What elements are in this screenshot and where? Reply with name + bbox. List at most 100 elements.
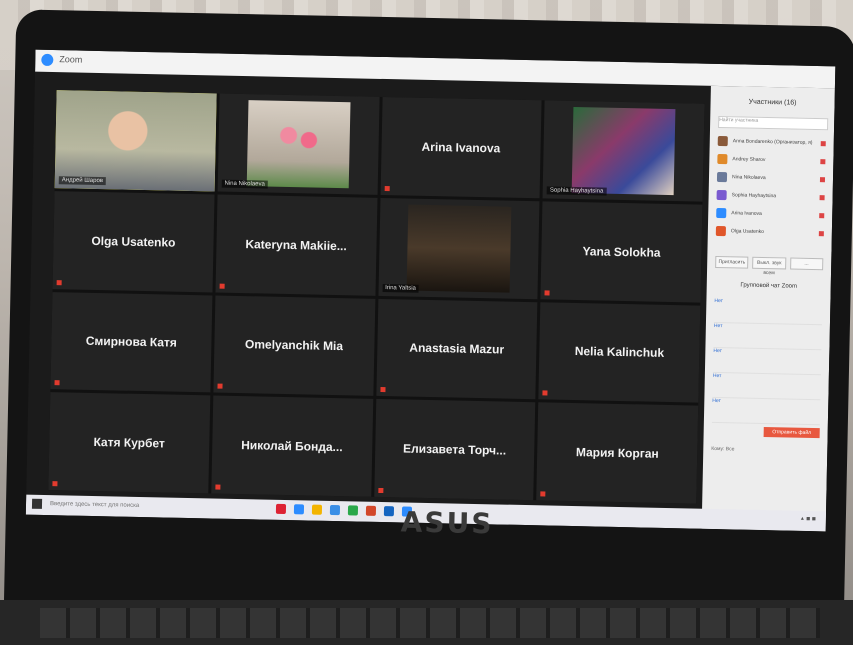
participant-tile[interactable]: Anastasia Mazur bbox=[375, 298, 538, 400]
participant-tile[interactable]: Катя Курбет bbox=[48, 392, 211, 494]
participant-list-name: Arina Ivanova bbox=[731, 210, 762, 217]
panel-button[interactable]: Выкл. звук всем bbox=[752, 256, 787, 276]
participant-tile[interactable]: Kateryna Makiie... bbox=[215, 194, 378, 296]
participant-tile[interactable]: Николай Бонда... bbox=[211, 395, 373, 497]
chat-messages: Нет Нет Нет Нет Нет bbox=[711, 297, 823, 426]
muted-mic-icon bbox=[820, 158, 826, 164]
laptop-screen: Zoom Андрей Шаров Nina Nikolaeva Arina Iva… bbox=[25, 49, 836, 532]
participant-tile[interactable]: Sophia Hayhaytsina bbox=[542, 100, 705, 202]
participant-name-tag: Nina Nikolaeva bbox=[221, 179, 268, 189]
taskbar-search-input[interactable]: Введите здесь текст для поиска bbox=[50, 498, 210, 514]
muted-mic-icon bbox=[819, 212, 825, 218]
participant-list-item[interactable]: Nina Nikolaeva bbox=[716, 168, 826, 188]
taskbar-app-icon[interactable] bbox=[383, 506, 395, 517]
participant-tile[interactable]: Yana Solokha bbox=[540, 201, 703, 303]
participant-name: Елизавета Торч... bbox=[402, 441, 507, 458]
participant-name: Kateryna Makiie... bbox=[245, 236, 347, 253]
participant-list-item[interactable]: Anna Bondarenko (Организатор, я) bbox=[717, 132, 826, 152]
muted-mic-icon bbox=[819, 176, 826, 182]
panel-button-row: Пригласить Выкл. звук всем... bbox=[715, 255, 824, 276]
asus-logo: ASUS bbox=[400, 505, 494, 541]
participant-video bbox=[246, 100, 351, 189]
participant-video-grid: Андрей Шаров Nina Nikolaeva Arina Ivanova S… bbox=[48, 90, 705, 504]
taskbar-app-icon[interactable] bbox=[329, 504, 341, 516]
participant-tile[interactable]: Nina Nikolaeva bbox=[217, 93, 380, 195]
keyboard-keys bbox=[40, 608, 820, 638]
muted-mic-icon bbox=[379, 387, 386, 393]
taskbar-app-icon[interactable] bbox=[293, 504, 305, 515]
participant-list-item[interactable]: Andrey Sharov bbox=[717, 150, 826, 170]
muted-mic-icon bbox=[819, 194, 825, 200]
chat-message: Нет bbox=[712, 372, 821, 401]
taskbar-app-icon[interactable] bbox=[365, 505, 377, 516]
participant-name: Катя Курбет bbox=[93, 435, 166, 451]
participant-tile[interactable]: Omelyanchik Mia bbox=[213, 294, 375, 397]
participant-list-name: Sophia Hayhaytsina bbox=[731, 192, 777, 200]
taskbar-app-icon[interactable] bbox=[311, 504, 323, 515]
panel-button[interactable]: ... bbox=[789, 257, 824, 271]
avatar bbox=[717, 153, 728, 165]
muted-mic-icon bbox=[384, 185, 390, 191]
muted-mic-icon bbox=[52, 481, 58, 487]
participant-name: Anastasia Mazur bbox=[409, 340, 505, 357]
participant-list-name: Nina Nikolaeva bbox=[731, 174, 766, 181]
participant-tile[interactable]: Смирнова Катя bbox=[50, 291, 213, 393]
participant-tile[interactable]: Nelia Kalinchuk bbox=[538, 301, 701, 403]
avatar bbox=[715, 225, 726, 237]
send-file-button[interactable]: Отправить файл bbox=[763, 427, 820, 439]
participant-name: Arina Ivanova bbox=[421, 139, 501, 156]
system-tray: ▲ ◼ ◼ bbox=[799, 515, 816, 523]
muted-mic-icon bbox=[377, 487, 383, 494]
participant-name-tag: Sophia Hayhaytsina bbox=[546, 186, 607, 196]
chat-message: Нет bbox=[711, 397, 821, 426]
muted-mic-icon bbox=[217, 383, 223, 389]
panel-button[interactable]: Пригласить bbox=[715, 255, 749, 269]
participants-side-panel: Участники (16) Найти участника Anna Bond… bbox=[701, 85, 835, 532]
participant-tile[interactable]: Елизавета Торч... bbox=[373, 399, 536, 501]
windows-start-icon[interactable] bbox=[31, 498, 43, 509]
panel-title: Участники (16) bbox=[748, 98, 797, 107]
participant-list-item[interactable]: Arina Ivanova bbox=[716, 204, 825, 224]
zoom-app-icon bbox=[41, 53, 54, 67]
participant-name: Мария Корган bbox=[575, 445, 659, 461]
muted-mic-icon bbox=[54, 380, 60, 386]
participant-name: Николай Бонда... bbox=[241, 438, 343, 455]
participant-tile[interactable]: Olga Usatenko bbox=[52, 190, 215, 292]
avatar bbox=[716, 189, 727, 201]
participant-tile[interactable]: Мария Корган bbox=[536, 402, 699, 504]
participant-list-item[interactable]: Olga Usatenko bbox=[715, 222, 824, 242]
muted-mic-icon bbox=[542, 390, 548, 396]
muted-mic-icon bbox=[544, 289, 550, 296]
chat-recipient-label[interactable]: Кому: Все bbox=[711, 446, 819, 454]
taskbar-pinned-apps bbox=[275, 503, 413, 517]
participant-list-item[interactable]: Sophia Hayhaytsina bbox=[716, 186, 825, 206]
participant-list: Anna Bondarenko (Организатор, я) Andrey S… bbox=[715, 132, 826, 242]
participant-list-name: Andrey Sharov bbox=[732, 156, 766, 163]
chat-message: Нет bbox=[713, 322, 822, 351]
avatar bbox=[716, 171, 728, 183]
participant-name: Смирнова Катя bbox=[85, 334, 177, 351]
muted-mic-icon bbox=[219, 283, 225, 289]
participant-tile[interactable]: Андрей Шаров bbox=[54, 90, 217, 192]
chat-message: Нет bbox=[712, 347, 822, 376]
muted-mic-icon bbox=[540, 491, 546, 497]
participant-name-tag: Андрей Шаров bbox=[58, 175, 107, 185]
avatar bbox=[716, 207, 727, 219]
participant-name-tag: Irina Yaltsia bbox=[382, 283, 420, 293]
participant-name: Nelia Kalinchuk bbox=[574, 344, 665, 361]
participant-search-input[interactable]: Найти участника bbox=[718, 115, 829, 131]
muted-mic-icon bbox=[818, 230, 824, 236]
taskbar-app-icon[interactable] bbox=[347, 505, 359, 516]
participant-list-name: Olga Usatenko bbox=[730, 228, 765, 235]
participant-name: Omelyanchik Mia bbox=[244, 337, 344, 354]
participant-list-name: Anna Bondarenko (Организатор, я) bbox=[732, 138, 813, 146]
window-titlebar: Zoom bbox=[35, 49, 836, 89]
participant-video bbox=[406, 204, 511, 293]
participant-name: Olga Usatenko bbox=[91, 233, 176, 250]
participant-video bbox=[571, 106, 676, 195]
muted-mic-icon bbox=[56, 279, 62, 285]
taskbar-app-icon[interactable] bbox=[275, 503, 287, 515]
participant-tile[interactable]: Irina Yaltsia bbox=[377, 197, 540, 299]
participant-tile[interactable]: Arina Ivanova bbox=[380, 96, 542, 199]
avatar bbox=[717, 135, 728, 147]
